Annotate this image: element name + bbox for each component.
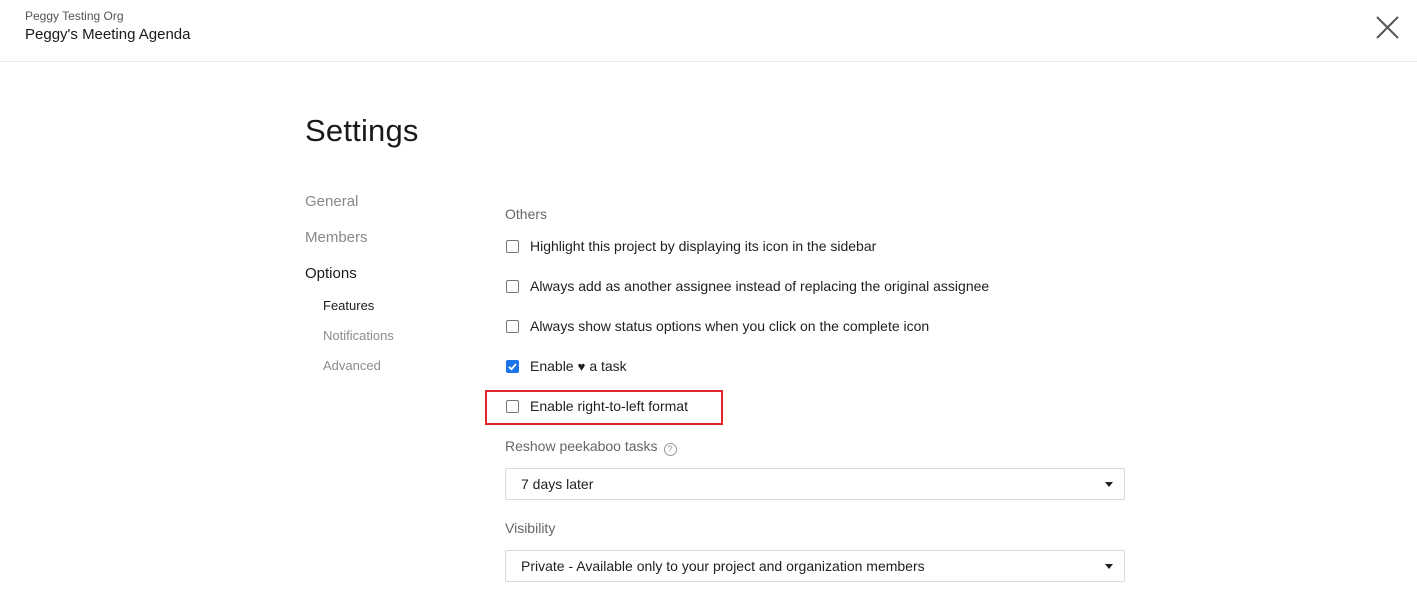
organization-name: Peggy Testing Org — [25, 9, 124, 23]
checkbox[interactable] — [506, 239, 519, 253]
option-label: Enable right-to-left format — [530, 398, 688, 414]
reshow-label-text: Reshow peekaboo tasks — [505, 438, 658, 454]
reshow-peekaboo-select[interactable]: 7 days later — [505, 468, 1125, 500]
visibility-label: Visibility — [505, 520, 556, 536]
option-label: Always add as another assignee instead o… — [530, 278, 990, 294]
caret-down-icon — [1105, 564, 1113, 569]
close-button[interactable] — [1372, 13, 1402, 43]
caret-down-icon — [1105, 482, 1113, 487]
section-label-others: Others — [505, 206, 548, 222]
checkbox[interactable] — [506, 279, 519, 293]
checkbox[interactable] — [506, 399, 519, 413]
option-highlight-project[interactable]: Highlight this project by displaying its… — [505, 236, 876, 256]
checkmark-icon — [508, 362, 517, 371]
option-label: Highlight this project by displaying its… — [530, 238, 877, 254]
heart-icon: ♥ — [577, 358, 586, 374]
option-label-suffix: a task — [589, 358, 627, 374]
nav-item-members[interactable]: Members — [305, 229, 368, 246]
select-value: Private - Available only to your project… — [521, 558, 925, 574]
visibility-select[interactable]: Private - Available only to your project… — [505, 550, 1125, 582]
close-icon — [1376, 16, 1399, 39]
checkbox[interactable] — [506, 319, 519, 333]
page-title: Settings — [305, 113, 419, 148]
nav-item-general[interactable]: General — [305, 193, 358, 210]
help-icon[interactable]: ? — [663, 442, 677, 456]
nav-sub-item-notifications[interactable]: Notifications — [323, 328, 394, 343]
project-name: Peggy's Meeting Agenda — [25, 26, 191, 43]
option-label: Always show status options when you clic… — [530, 318, 930, 334]
nav-sub-item-features[interactable]: Features — [323, 298, 374, 313]
option-enable-heart[interactable]: Enable ♥ a task — [505, 356, 627, 376]
option-label-prefix: Enable — [530, 358, 574, 374]
option-show-status[interactable]: Always show status options when you clic… — [505, 316, 929, 336]
option-add-assignee[interactable]: Always add as another assignee instead o… — [505, 276, 989, 296]
select-value: 7 days later — [521, 476, 594, 492]
nav-item-options[interactable]: Options — [305, 265, 357, 282]
nav-sub-item-advanced[interactable]: Advanced — [323, 358, 381, 373]
top-header: Peggy Testing Org Peggy's Meeting Agenda — [0, 0, 1417, 62]
checkbox-checked[interactable] — [506, 359, 519, 373]
reshow-peekaboo-label: Reshow peekaboo tasks? — [505, 438, 677, 456]
option-right-to-left[interactable]: Enable right-to-left format — [505, 396, 688, 416]
